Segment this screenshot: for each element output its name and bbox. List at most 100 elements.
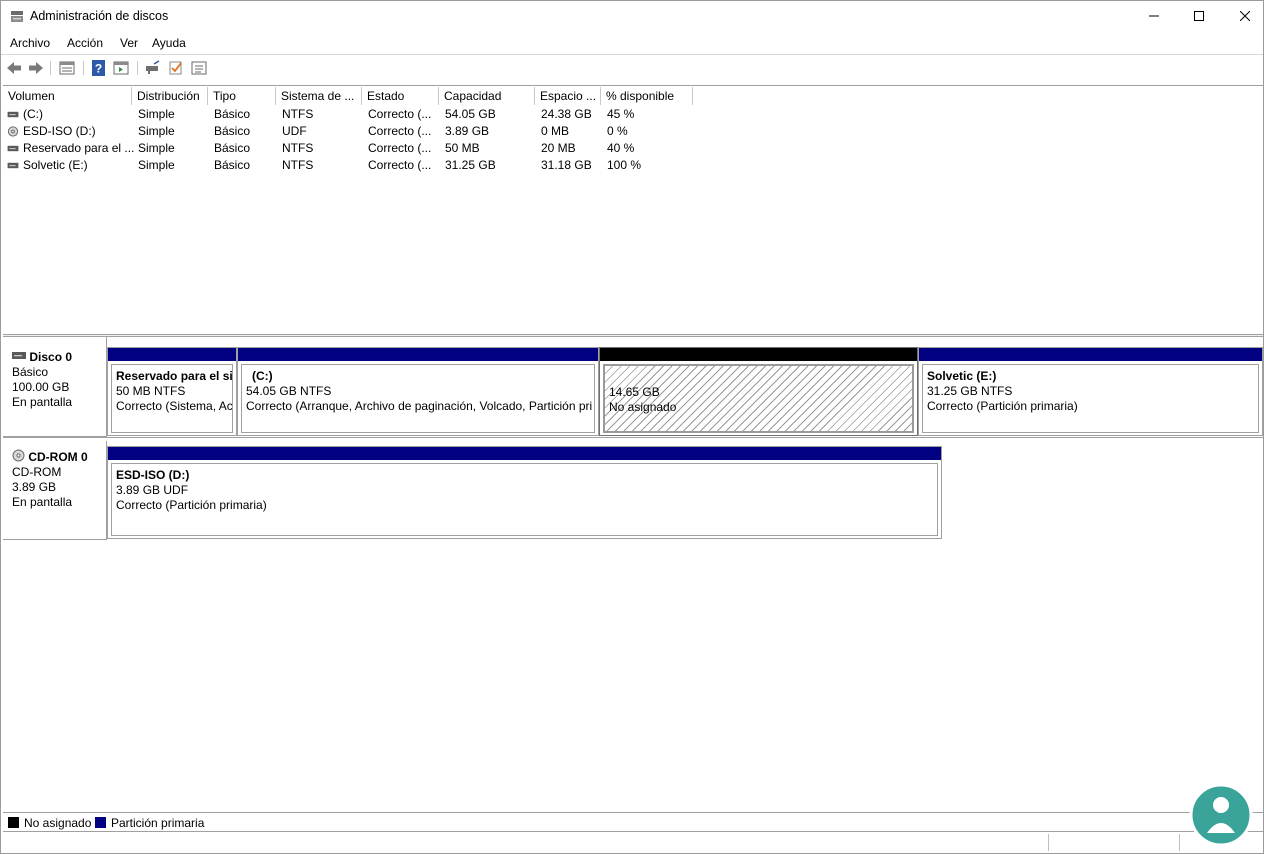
cell-name: Solvetic (E:): [23, 158, 88, 172]
disk-name: Disco 0: [29, 350, 73, 364]
cell-fs: NTFS: [282, 107, 314, 121]
disk-size: 100.00 GB: [12, 380, 70, 394]
check-icon[interactable]: [167, 59, 185, 77]
column-estado[interactable]: Estado: [362, 87, 439, 105]
partition-reservado[interactable]: Reservado para el sis 50 MB NTFS Correct…: [107, 347, 237, 436]
partition-name: (C:): [252, 369, 273, 383]
menu-ayuda[interactable]: Ayuda: [152, 36, 186, 50]
cell-free: 20 MB: [541, 141, 576, 155]
column-porcentaje-disponible[interactable]: % disponible: [601, 87, 693, 105]
toolbar: ?: [1, 55, 1263, 81]
maximize-button[interactable]: [1176, 1, 1222, 31]
table-row[interactable]: Reservado para el ... Simple Básico NTFS Cor…: [3, 140, 693, 157]
title-bar: Administración de discos: [1, 1, 1263, 32]
rescan-disks-icon[interactable]: [144, 59, 162, 77]
partition-c[interactable]: (C:) 54.05 GB NTFS Correcto (Arranque, A…: [237, 347, 599, 436]
primary-partition-bar: [108, 348, 236, 361]
partition-size: 14.65 GB: [609, 385, 660, 399]
menu-archivo[interactable]: Archivo: [10, 36, 50, 50]
disk-row-divider: [3, 437, 1263, 438]
legend-item: Partición primaria: [95, 816, 204, 830]
partition-size: 54.05 GB NTFS: [246, 384, 332, 398]
column-volumen[interactable]: Volumen: [3, 87, 132, 105]
cdrom-icon: [12, 449, 25, 462]
primary-partition-bar: [108, 447, 941, 460]
cell-capacity: 50 MB: [445, 141, 480, 155]
table-row[interactable]: Solvetic (E:) Simple Básico NTFS Correcto (.…: [3, 157, 693, 174]
partition-name: Reservado para el sis: [116, 369, 233, 383]
cell-layout: Simple: [138, 158, 175, 172]
drive-icon: [7, 162, 19, 169]
column-distribucion[interactable]: Distribución: [132, 87, 208, 105]
forward-arrow-icon[interactable]: [27, 59, 45, 77]
partition-unallocated[interactable]: 14.65 GB No asignado: [599, 347, 918, 436]
toolbar-separator: [137, 61, 138, 75]
partition-status: No asignado: [609, 400, 677, 414]
cell-layout: Simple: [138, 141, 175, 155]
column-capacidad[interactable]: Capacidad: [439, 87, 535, 105]
cell-pct: 0 %: [607, 124, 628, 138]
disk-0-label[interactable]: Disco 0 Básico 100.00 GB En pantalla: [3, 337, 107, 437]
properties-pane-icon[interactable]: [112, 59, 130, 77]
menu-ver[interactable]: Ver: [120, 36, 138, 50]
cell-pct: 40 %: [607, 141, 635, 155]
partition-solvetic[interactable]: Solvetic (E:) 31.25 GB NTFS Correcto (Pa…: [918, 347, 1263, 436]
disk-kind: Básico: [12, 365, 49, 379]
column-espacio-libre[interactable]: Espacio ...: [535, 87, 601, 105]
back-arrow-icon[interactable]: [5, 59, 23, 77]
cell-pct: 45 %: [607, 107, 635, 121]
column-sistema-archivos[interactable]: Sistema de ...: [276, 87, 362, 105]
table-row[interactable]: (C:) Simple Básico NTFS Correcto (... 54.05 G…: [3, 106, 693, 123]
partition-name: ESD-ISO (D:): [116, 468, 190, 482]
column-tipo[interactable]: Tipo: [208, 87, 276, 105]
partition-size: 50 MB NTFS: [116, 384, 186, 398]
legend-swatch-primary: [95, 817, 106, 828]
cell-capacity: 3.89 GB: [445, 124, 490, 138]
menu-bar: Archivo Acción Ver Ayuda: [1, 32, 1263, 54]
settings-list-icon[interactable]: [190, 59, 208, 77]
cell-layout: Simple: [138, 124, 175, 138]
disk-list-icon[interactable]: [58, 59, 76, 77]
disk-management-app-icon: [11, 11, 23, 22]
maximize-icon: [1194, 11, 1204, 21]
close-icon: [1240, 11, 1250, 21]
cdrom-0-label[interactable]: CD-ROM 0 CD-ROM 3.89 GB En pantalla: [3, 441, 107, 540]
legend-label: Partición primaria: [111, 816, 205, 830]
help-icon[interactable]: ?: [90, 59, 108, 77]
svg-text:?: ?: [95, 62, 102, 76]
legend-item: No asignado: [8, 816, 91, 830]
partition-status: Correcto (Partición primaria): [116, 498, 267, 512]
cell-name: ESD-ISO (D:): [23, 124, 96, 138]
disk-state: En pantalla: [12, 395, 73, 409]
partition-status: Correcto (Partición primaria): [927, 399, 1078, 413]
solvetic-logo-icon: [1189, 783, 1253, 847]
cell-free: 31.18 GB: [541, 158, 592, 172]
minimize-icon: [1149, 15, 1159, 17]
cell-free: 0 MB: [541, 124, 570, 138]
partition-status: Correcto (Sistema, Ac: [116, 399, 233, 413]
legend-swatch-unallocated: [8, 817, 19, 828]
cell-type: Básico: [214, 141, 251, 155]
disk-state: En pantalla: [12, 495, 73, 509]
menu-accion[interactable]: Acción: [67, 36, 103, 50]
toolbar-separator: [83, 61, 84, 75]
cell-name: (C:): [23, 107, 43, 121]
cell-type: Básico: [214, 124, 251, 138]
status-separator: [1048, 834, 1049, 851]
close-button[interactable]: [1222, 1, 1264, 31]
volume-list: Volumen Distribución Tipo Sistema de ...…: [3, 85, 1263, 334]
cell-free: 24.38 GB: [541, 107, 592, 121]
disk-name: CD-ROM 0: [28, 450, 88, 464]
primary-partition-bar: [919, 348, 1262, 361]
table-row[interactable]: ESD-ISO (D:) Simple Básico UDF Correcto (...…: [3, 123, 693, 140]
toolbar-separator: [50, 61, 51, 75]
disk-size: 3.89 GB: [12, 480, 57, 494]
cell-pct: 100 %: [607, 158, 642, 172]
partition-esd-iso[interactable]: ESD-ISO (D:) 3.89 GB UDF Correcto (Parti…: [107, 446, 942, 539]
cell-status: Correcto (...: [368, 124, 432, 138]
minimize-button[interactable]: [1131, 1, 1177, 31]
cell-status: Correcto (...: [368, 141, 432, 155]
cell-capacity: 54.05 GB: [445, 107, 496, 121]
cell-type: Básico: [214, 107, 251, 121]
window-title: Administración de discos: [30, 9, 169, 23]
